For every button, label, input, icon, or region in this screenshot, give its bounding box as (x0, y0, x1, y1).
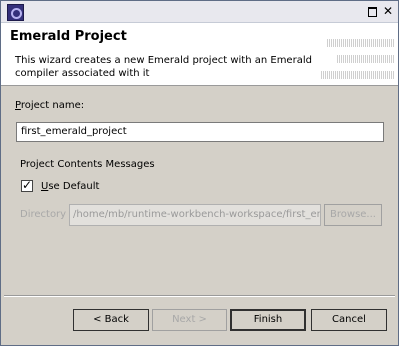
eclipse-app-icon[interactable] (7, 4, 24, 21)
project-contents-group-label: Project Contents Messages (20, 159, 155, 170)
project-name-label: Project name: (15, 100, 85, 111)
use-default-checkbox[interactable]: ✓ (21, 178, 33, 192)
page-description: This wizard creates a new Emerald projec… (15, 55, 312, 79)
back-button[interactable]: < Back (73, 309, 149, 331)
project-name-input[interactable]: first_emerald_project (16, 122, 384, 142)
wizard-window: ✕ Emerald Project This wizard creates a … (0, 0, 399, 346)
finish-button[interactable]: Finish (230, 309, 306, 331)
wizard-header: Emerald Project This wizard creates a ne… (1, 23, 398, 86)
title-bar[interactable]: ✕ (1, 1, 398, 23)
use-default-label[interactable]: Use Default (41, 181, 99, 192)
directory-input: /home/mb/runtime-workbench-workspace/fir… (69, 204, 321, 226)
page-title: Emerald Project (10, 29, 127, 44)
button-bar-separator (4, 295, 395, 297)
cancel-button[interactable]: Cancel (311, 309, 387, 331)
check-icon: ✓ (22, 178, 33, 192)
next-button: Next > (152, 309, 227, 331)
directory-label: Directory (20, 209, 67, 220)
close-icon[interactable]: ✕ (382, 5, 394, 17)
maximize-icon[interactable] (366, 5, 378, 17)
wizard-banner-image (321, 37, 395, 81)
browse-button: Browse... (324, 204, 382, 226)
